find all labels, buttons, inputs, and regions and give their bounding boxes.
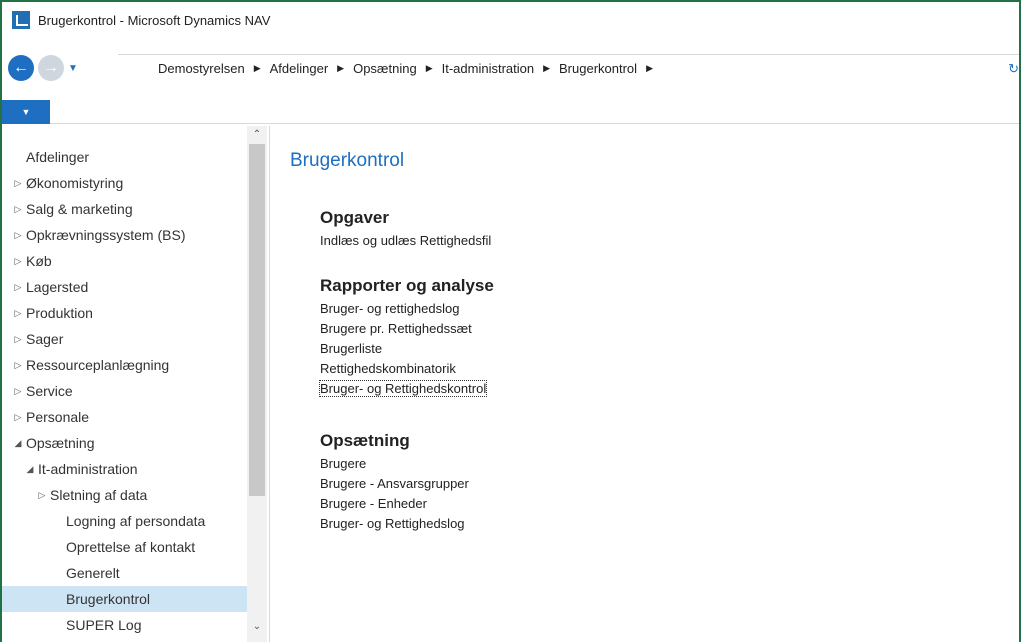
section-header: Rapporter og analyse bbox=[320, 276, 494, 295]
action-link[interactable]: Brugere - Ansvarsgrupper bbox=[320, 474, 469, 494]
scroll-thumb[interactable] bbox=[249, 144, 265, 496]
content-area: Brugerkontrol Opgaver Indlæs og udlæs Ret… bbox=[272, 126, 1019, 642]
content-section: Rapporter og analyse Bruger- og rettighed… bbox=[318, 276, 494, 399]
nav-item[interactable]: ▷ Sletning af data bbox=[2, 482, 247, 508]
expand-icon[interactable]: ▷ bbox=[10, 178, 26, 189]
action-link[interactable]: Bruger- og Rettighedslog bbox=[320, 514, 469, 534]
content-section: Opgaver Indlæs og udlæs Rettighedsfil bbox=[320, 208, 491, 251]
nav-item[interactable]: ▷ Køb bbox=[2, 248, 247, 274]
action-link[interactable]: Bruger- og Rettighedskontrol bbox=[318, 379, 494, 399]
action-link[interactable]: Brugere bbox=[320, 454, 469, 474]
expand-icon[interactable]: ▷ bbox=[10, 204, 26, 215]
nav-item-label: Afdelinger bbox=[26, 149, 90, 165]
nav-item-label: Sletning af data bbox=[50, 487, 148, 503]
nav-item-label: Personale bbox=[26, 409, 90, 425]
nav-item[interactable]: ▷ Salg & marketing bbox=[2, 196, 247, 222]
expand-icon[interactable]: ▷ bbox=[10, 282, 26, 293]
expand-icon[interactable]: ▷ bbox=[10, 230, 26, 241]
collapse-icon[interactable]: ◢ bbox=[10, 438, 26, 449]
section-header: Opgaver bbox=[320, 208, 389, 227]
expand-icon[interactable]: ▷ bbox=[10, 386, 26, 397]
action-link[interactable]: Bruger- og rettighedslog bbox=[320, 299, 494, 319]
expand-icon[interactable]: ▷ bbox=[10, 360, 26, 371]
content-section: Opsætning Brugere Brugere - Ansvarsgrupper… bbox=[320, 431, 469, 534]
nav-item[interactable]: ◢ It-administration bbox=[2, 456, 247, 482]
nav-item[interactable]: Afdelinger bbox=[2, 144, 247, 170]
title-bar: Brugerkontrol - Microsoft Dynamics NAV bbox=[2, 2, 1019, 38]
nav-item-label: Sager bbox=[26, 331, 64, 347]
nav-item[interactable]: SUPER Log bbox=[2, 612, 247, 638]
nav-item-label: SUPER Log bbox=[66, 617, 142, 633]
nav-item-label: Generelt bbox=[66, 565, 120, 581]
expand-icon[interactable]: ▷ bbox=[10, 334, 26, 345]
history-dropdown-icon[interactable]: ▼ bbox=[68, 63, 78, 74]
action-link[interactable]: Brugerliste bbox=[320, 339, 494, 359]
nav-item[interactable]: ▷ Lagersted bbox=[2, 274, 247, 300]
dynamics-nav-icon bbox=[12, 11, 30, 29]
nav-item[interactable]: Brugerkontrol bbox=[2, 586, 247, 612]
application-menu-button[interactable]: ▼ bbox=[2, 100, 50, 124]
breadcrumb-item[interactable]: It-administration bbox=[442, 61, 534, 76]
action-link[interactable]: Rettighedskombinatorik bbox=[320, 359, 494, 379]
app-window: Brugerkontrol - Microsoft Dynamics NAV ←… bbox=[0, 0, 1021, 642]
collapse-icon[interactable]: ◢ bbox=[22, 464, 38, 475]
refresh-icon[interactable]: ↻ bbox=[1008, 61, 1019, 77]
breadcrumb-item[interactable]: Demostyrelsen bbox=[158, 61, 245, 76]
breadcrumb-separator-icon[interactable]: ▶ bbox=[543, 63, 550, 74]
breadcrumb-separator-icon[interactable]: ▶ bbox=[646, 63, 653, 74]
nav-tree: Afdelinger ▷ Økonomistyring ▷ Salg & marketi… bbox=[2, 144, 247, 638]
nav-item[interactable]: Oprettelse af kontakt bbox=[2, 534, 247, 560]
nav-item[interactable]: Generelt bbox=[2, 560, 247, 586]
scroll-up-icon[interactable]: ⌃ bbox=[247, 126, 267, 142]
nav-item[interactable]: Logning af persondata bbox=[2, 508, 247, 534]
nav-item-label: Produktion bbox=[26, 305, 93, 321]
nav-item[interactable]: ▷ Ressourceplanlægning bbox=[2, 352, 247, 378]
breadcrumb-separator-icon[interactable]: ▶ bbox=[254, 63, 261, 74]
breadcrumb-item[interactable]: Opsætning bbox=[353, 61, 417, 76]
nav-item-label: Opkrævningssystem (BS) bbox=[26, 227, 186, 243]
action-link[interactable]: Indlæs og udlæs Rettighedsfil bbox=[320, 231, 491, 251]
breadcrumb-item[interactable]: Brugerkontrol bbox=[559, 61, 637, 76]
menu-bar: ▼ bbox=[2, 100, 1019, 124]
nav-item-label: Køb bbox=[26, 253, 52, 269]
expand-icon[interactable]: ▷ bbox=[34, 490, 50, 501]
nav-item-label: Lagersted bbox=[26, 279, 89, 295]
expand-icon[interactable]: ▷ bbox=[10, 412, 26, 423]
page-title: Brugerkontrol bbox=[290, 150, 405, 171]
nav-scrollbar[interactable]: ⌃ ⌄ bbox=[247, 126, 267, 642]
nav-item[interactable]: ▷ Personale bbox=[2, 404, 247, 430]
expand-icon[interactable]: ▷ bbox=[10, 308, 26, 319]
nav-item[interactable]: ▷ Økonomistyring bbox=[2, 170, 247, 196]
nav-item[interactable]: ▷ Opkrævningssystem (BS) bbox=[2, 222, 247, 248]
navigation-pane: Afdelinger ▷ Økonomistyring ▷ Salg & marketi… bbox=[2, 126, 270, 642]
nav-item[interactable]: ▷ Produktion bbox=[2, 300, 247, 326]
nav-item[interactable]: ▷ Service bbox=[2, 378, 247, 404]
nav-item-label: Logning af persondata bbox=[66, 513, 206, 529]
breadcrumb-item[interactable]: Afdelinger bbox=[270, 61, 329, 76]
nav-item-label: Opsætning bbox=[26, 435, 95, 451]
nav-item-label: It-administration bbox=[38, 461, 138, 477]
action-link[interactable]: Brugere pr. Rettighedssæt bbox=[320, 319, 494, 339]
nav-item-label: Ressourceplanlægning bbox=[26, 357, 170, 373]
window-title: Brugerkontrol - Microsoft Dynamics NAV bbox=[38, 12, 271, 28]
nav-item-label: Oprettelse af kontakt bbox=[66, 539, 196, 555]
address-bar: ← → ▼ Demostyrelsen ▶ Afdelinger ▶ Opsætning… bbox=[2, 54, 1019, 82]
breadcrumb[interactable]: Demostyrelsen ▶ Afdelinger ▶ Opsætning ▶ It-ad… bbox=[118, 54, 1019, 82]
nav-item[interactable]: ◢ Opsætning bbox=[2, 430, 247, 456]
nav-item-label: Økonomistyring bbox=[26, 175, 124, 191]
nav-item-label: Service bbox=[26, 383, 73, 399]
breadcrumb-separator-icon[interactable]: ▶ bbox=[337, 63, 344, 74]
action-link[interactable]: Brugere - Enheder bbox=[320, 494, 469, 514]
nav-item-label: Brugerkontrol bbox=[66, 591, 151, 607]
breadcrumb-separator-icon[interactable]: ▶ bbox=[426, 63, 433, 74]
expand-icon[interactable]: ▷ bbox=[10, 256, 26, 267]
scroll-down-icon[interactable]: ⌄ bbox=[247, 618, 267, 634]
forward-arrow-icon[interactable]: → bbox=[38, 55, 64, 81]
nav-item-label: Salg & marketing bbox=[26, 201, 133, 217]
nav-item[interactable]: ▷ Sager bbox=[2, 326, 247, 352]
back-arrow-icon[interactable]: ← bbox=[8, 55, 34, 81]
section-header: Opsætning bbox=[320, 431, 410, 450]
